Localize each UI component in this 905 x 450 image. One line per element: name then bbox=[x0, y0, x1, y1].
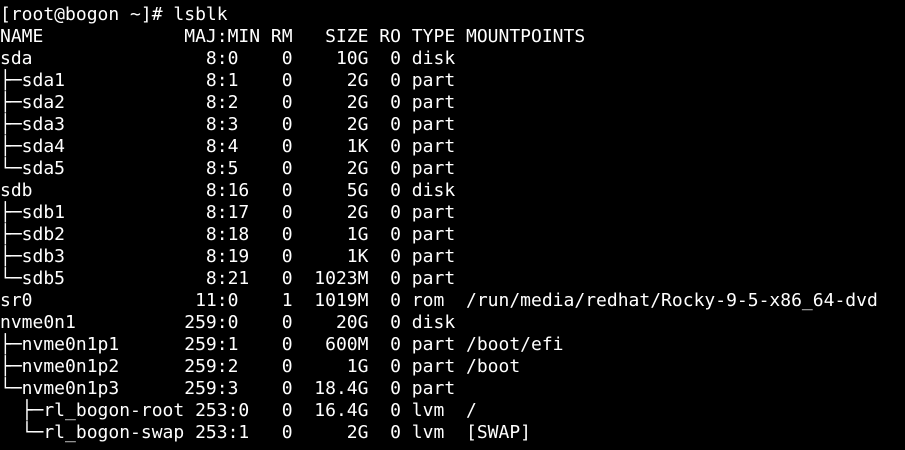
device-row-sdb: sdb 8:16 0 5G 0 disk bbox=[0, 180, 456, 201]
terminal-window[interactable]: [root@bogon ~]# lsblk NAME MAJ:MIN RM SI… bbox=[0, 0, 905, 450]
device-row-sdb2: ├─sdb2 8:18 0 1G 0 part bbox=[0, 224, 456, 245]
device-row-sdb3: ├─sdb3 8:19 0 1K 0 part bbox=[0, 246, 456, 267]
device-row-nvme0n1p2: ├─nvme0n1p2 259:2 0 1G 0 part /boot bbox=[0, 356, 521, 377]
device-row-sdb5: └─sdb5 8:21 0 1023M 0 part bbox=[0, 268, 456, 289]
device-row-sda4: ├─sda4 8:4 0 1K 0 part bbox=[0, 136, 456, 157]
device-row-nvme0n1p3: └─nvme0n1p3 259:3 0 18.4G 0 part bbox=[0, 378, 456, 399]
device-row-nvme0n1: nvme0n1 259:0 0 20G 0 disk bbox=[0, 312, 456, 333]
device-row-sr0: sr0 11:0 1 1019M 0 rom /run/media/redhat… bbox=[0, 290, 878, 311]
device-row-rl-bogon-root: ├─rl_bogon-root 253:0 0 16.4G 0 lvm / bbox=[0, 400, 477, 421]
device-row-nvme0n1p1: ├─nvme0n1p1 259:1 0 600M 0 part /boot/ef… bbox=[0, 334, 564, 355]
device-row-sda1: ├─sda1 8:1 0 2G 0 part bbox=[0, 70, 456, 91]
device-row-sda: sda 8:0 0 10G 0 disk bbox=[0, 48, 456, 69]
device-row-sda3: ├─sda3 8:3 0 2G 0 part bbox=[0, 114, 456, 135]
prompt-line: [root@bogon ~]# lsblk bbox=[0, 4, 228, 25]
lsblk-header-row: NAME MAJ:MIN RM SIZE RO TYPE MOUNTPOINTS bbox=[0, 26, 586, 47]
device-row-sda2: ├─sda2 8:2 0 2G 0 part bbox=[0, 92, 456, 113]
device-row-rl-bogon-swap: └─rl_bogon-swap 253:1 0 2G 0 lvm [SWAP] bbox=[0, 422, 532, 443]
device-row-sda5: └─sda5 8:5 0 2G 0 part bbox=[0, 158, 456, 179]
device-row-sdb1: ├─sdb1 8:17 0 2G 0 part bbox=[0, 202, 456, 223]
